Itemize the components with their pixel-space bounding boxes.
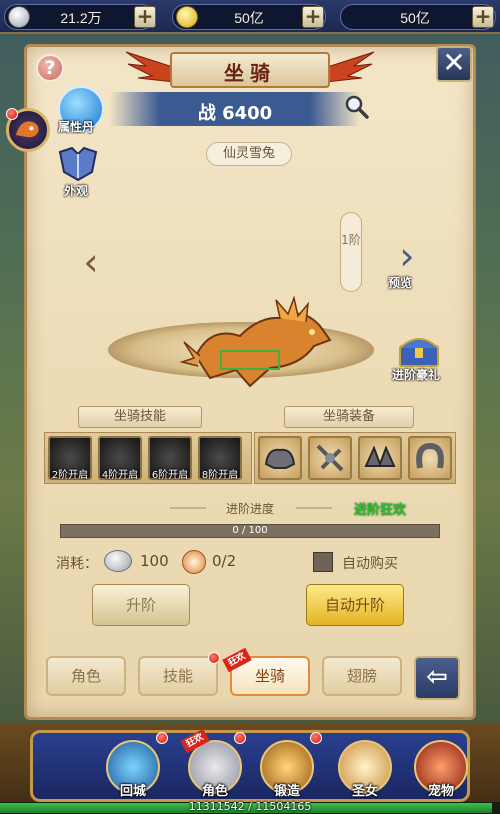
nav-notification-dot xyxy=(310,732,322,744)
nav-notification-dot xyxy=(234,732,246,744)
equipment-slot-reins[interactable] xyxy=(308,436,352,480)
appearance-label: 外观 xyxy=(64,184,89,198)
preview-label[interactable]: 预览 xyxy=(388,274,412,291)
equipment-slot-horseshoe[interactable] xyxy=(408,436,452,480)
attribute-pill-label: 属性丹 xyxy=(58,120,95,134)
skills-notification-dot xyxy=(208,652,220,664)
armor-icon xyxy=(58,146,98,182)
skill-slot-1-caption: 2阶开启 xyxy=(51,470,89,481)
nav-character-label: 角色 xyxy=(201,784,228,799)
silver-coin-icon xyxy=(8,6,30,28)
auto-upgrade-button[interactable]: 自动升阶 xyxy=(306,584,404,626)
mount-skills-header: 坐骑技能 xyxy=(78,406,202,428)
magnifier-icon[interactable] xyxy=(344,94,370,120)
tab-skills[interactable]: 技能 xyxy=(138,656,218,696)
equipment-slot-saddle[interactable] xyxy=(258,436,302,480)
avatar-notification-dot xyxy=(6,108,18,120)
experience-text: 11311542 / 11504165 xyxy=(188,800,312,813)
claw-icon xyxy=(364,445,396,467)
advance-celebration-link[interactable]: 进阶狂欢 xyxy=(354,499,406,518)
add-diamond-button[interactable]: + xyxy=(472,6,494,28)
silver-cost: 100 xyxy=(140,552,169,570)
nav-saintess-label: 圣女 xyxy=(351,784,378,799)
appearance-button[interactable] xyxy=(56,144,100,184)
advance-pill-icon xyxy=(182,550,206,574)
silver-amount: 21.2万 xyxy=(60,10,102,26)
nav-pet-label: 宠物 xyxy=(427,784,454,799)
diamond-amount: 50亿 xyxy=(400,10,430,26)
window-title: 坐骑 xyxy=(224,61,276,85)
reins-icon xyxy=(316,444,344,472)
advance-gift-label: 进阶豪礼 xyxy=(392,368,441,382)
auto-buy-checkbox[interactable] xyxy=(313,552,333,572)
left-ornament-line xyxy=(170,507,206,509)
progress-label: 进阶进度 xyxy=(225,502,274,516)
upgrade-button[interactable]: 升阶 xyxy=(92,584,190,626)
mount-equipment-header: 坐骑装备 xyxy=(284,406,414,428)
close-button[interactable]: ✕ xyxy=(436,46,472,82)
tier-tag: 1阶 xyxy=(340,212,362,292)
equipment-slot-claws[interactable] xyxy=(358,436,402,480)
saddle-icon xyxy=(264,448,296,469)
arrow-left-icon: ⇦ xyxy=(426,662,448,692)
tab-character[interactable]: 角色 xyxy=(46,656,126,696)
bottom-nav-panel xyxy=(30,730,470,802)
add-gold-button[interactable]: + xyxy=(302,6,324,28)
mount-highlight-frame xyxy=(220,350,280,370)
previous-mount-button[interactable]: ‹ xyxy=(76,243,106,282)
right-ornament-line xyxy=(296,507,332,509)
horseshoe-icon xyxy=(416,442,444,469)
chevron-left-icon: ‹ xyxy=(83,240,99,284)
silver-coin-icon xyxy=(104,550,132,572)
skill-slot-4-caption: 8阶开启 xyxy=(201,470,239,481)
treasure-chest-icon xyxy=(399,338,439,367)
cost-label: 消耗： xyxy=(56,556,98,572)
tab-wings[interactable]: 翅膀 xyxy=(322,656,402,696)
mount-name: 仙灵雪兔 xyxy=(206,142,292,166)
question-icon: ? xyxy=(44,57,56,79)
advance-gift-button[interactable] xyxy=(398,334,440,368)
add-silver-button[interactable]: + xyxy=(134,6,156,28)
back-button[interactable]: ⇦ xyxy=(414,656,460,700)
progress-text: 0 / 100 xyxy=(232,525,268,536)
close-icon: ✕ xyxy=(442,46,466,79)
mount-dragon-icon xyxy=(180,296,332,388)
skill-slot-3-caption: 6阶开启 xyxy=(151,470,189,481)
next-mount-button[interactable]: › xyxy=(392,237,422,276)
nav-return-city-label: 回城 xyxy=(119,784,146,799)
auto-buy-label: 自动购买 xyxy=(342,556,398,572)
nav-notification-dot xyxy=(156,732,168,744)
gold-coin-icon xyxy=(176,6,198,28)
help-button[interactable]: ? xyxy=(36,54,64,82)
chevron-right-icon: › xyxy=(399,234,415,278)
gold-amount: 50亿 xyxy=(234,10,264,26)
pill-cost: 0/2 xyxy=(212,552,237,570)
combat-power: 战 6400 xyxy=(197,103,273,124)
skill-slot-2-caption: 4阶开启 xyxy=(101,470,139,481)
nav-forge-label: 锻造 xyxy=(273,784,300,799)
